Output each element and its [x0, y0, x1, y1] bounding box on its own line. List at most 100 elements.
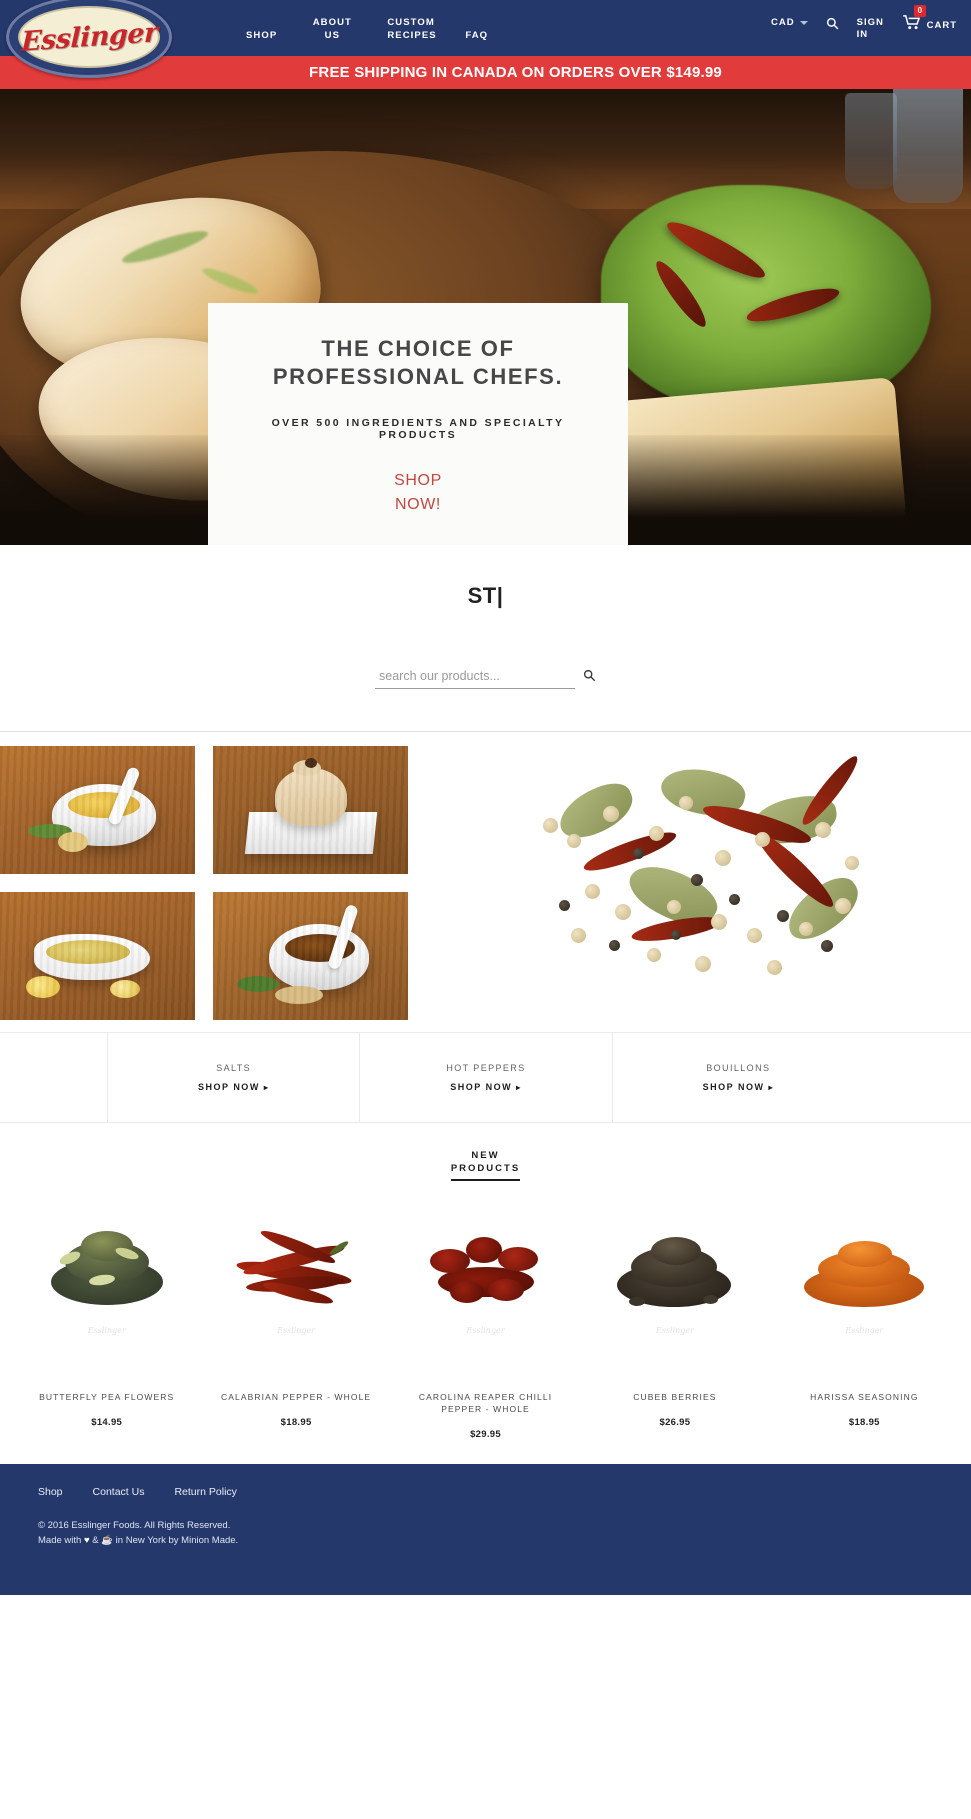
- hero-heading: THE CHOICE OF PROFESSIONAL CHEFS.: [272, 336, 564, 389]
- collection-thumb-oil[interactable]: [0, 746, 195, 874]
- collection-thumbnail-group: [0, 746, 475, 1020]
- watermark: Esslinger: [87, 1326, 126, 1335]
- footer-link-contact-us[interactable]: Contact Us: [93, 1486, 145, 1498]
- collection-hero-spices[interactable]: [475, 746, 971, 1020]
- search-icon[interactable]: [826, 17, 839, 35]
- collection-shop-now: SHOP NOW ▸: [360, 1082, 611, 1092]
- magnifier-icon: [583, 669, 596, 685]
- footer-link-shop[interactable]: Shop: [38, 1486, 63, 1498]
- arrow-right-icon: ▸: [263, 1083, 270, 1092]
- cart-label: CART: [926, 19, 957, 31]
- header-utility-bar: CAD SIGN IN 0 CART: [771, 0, 957, 56]
- site-logo[interactable]: Esslinger: [6, 0, 172, 78]
- logo-inner-oval: Esslinger: [18, 6, 160, 68]
- collection-thumb-broth[interactable]: [213, 892, 408, 1020]
- product-image: Esslinger: [24, 1209, 189, 1335]
- product-card[interactable]: Esslinger CALABRIAN PEPPER - WHOLE $18.9…: [201, 1209, 390, 1440]
- nav-item-shop[interactable]: SHOP: [230, 29, 293, 56]
- product-search: [336, 609, 636, 689]
- hero-callout-card: THE CHOICE OF PROFESSIONAL CHEFS. OVER 5…: [208, 303, 628, 545]
- product-name: HARISSA SEASONING: [810, 1392, 919, 1402]
- credits-mid: &: [89, 1535, 102, 1546]
- collection-cta-label: SHOP NOW: [702, 1082, 765, 1092]
- credits-prefix: Made with: [38, 1535, 84, 1546]
- collection-thumb-sauce[interactable]: [0, 892, 195, 1020]
- typed-heading-text: ST|: [467, 583, 504, 608]
- product-image: Esslinger: [782, 1209, 947, 1335]
- product-name: CALABRIAN PEPPER - WHOLE: [221, 1392, 372, 1402]
- collection-shop-now: SHOP NOW ▸: [613, 1082, 864, 1092]
- product-price: $29.95: [470, 1429, 501, 1440]
- primary-nav: SHOP ABOUT US CUSTOM RECIPES FAQ: [230, 0, 504, 56]
- watermark: Esslinger: [466, 1326, 505, 1335]
- product-name: CUBEB BERRIES: [633, 1392, 717, 1402]
- product-card[interactable]: Esslinger CAROLINA REAPER CHILLI PEPPER …: [391, 1209, 580, 1440]
- cubeb-berries-image: [611, 1223, 739, 1315]
- new-products-heading-line1: NEW: [471, 1150, 500, 1161]
- footer-link-return-policy[interactable]: Return Policy: [174, 1486, 236, 1498]
- collection-link-bouillons[interactable]: BOUILLONS SHOP NOW ▸: [611, 1033, 864, 1122]
- collection-links-row: SALTS SHOP NOW ▸ HOT PEPPERS SHOP NOW ▸ …: [0, 1032, 971, 1123]
- currency-label: CAD: [771, 17, 795, 28]
- arrow-right-icon: ▸: [516, 1083, 522, 1092]
- product-card[interactable]: Esslinger BUTTERFLY PEA FLOWERS $14.95: [12, 1209, 201, 1440]
- spice-pile-image: [515, 751, 915, 1004]
- watermark: Esslinger: [277, 1326, 316, 1335]
- product-price: $14.95: [91, 1417, 123, 1428]
- new-products-section: NEW PRODUCTS Esslinger BUTTERFLY PEA FLO…: [0, 1123, 971, 1440]
- calabrian-pepper-image: [232, 1223, 360, 1315]
- product-card[interactable]: Esslinger HARISSA SEASONING $18.95: [770, 1209, 959, 1440]
- cart-button[interactable]: 0 CART: [902, 5, 957, 35]
- search-section: ST|: [0, 545, 971, 732]
- butterfly-pea-flowers-image: [43, 1223, 171, 1315]
- product-price: $18.95: [848, 1417, 880, 1428]
- collection-link-hot-peppers[interactable]: HOT PEPPERS SHOP NOW ▸: [359, 1033, 611, 1122]
- product-image: Esslinger: [403, 1209, 568, 1335]
- product-image: Esslinger: [592, 1209, 757, 1335]
- nav-item-faq[interactable]: FAQ: [449, 29, 504, 56]
- chevron-down-icon: [799, 20, 808, 25]
- site-header: Esslinger SHOP ABOUT US CUSTOM RECIPES F…: [0, 0, 971, 78]
- credits-line: Made with ♥ & ☕ in New York by Minion Ma…: [38, 1533, 933, 1548]
- nav-item-custom-recipes[interactable]: CUSTOM RECIPES: [371, 14, 449, 42]
- hero-cta-line2: NOW!: [395, 496, 441, 513]
- hero-shop-now-link[interactable]: SHOP NOW!: [244, 469, 592, 517]
- watermark: Esslinger: [655, 1326, 694, 1335]
- site-footer: Shop Contact Us Return Policy © 2016 Ess…: [0, 1464, 971, 1595]
- footer-copyright-block: © 2016 Esslinger Foods. All Rights Reser…: [38, 1518, 933, 1548]
- collection-thumb-mousse[interactable]: [213, 746, 408, 874]
- arrow-right-icon: ▸: [768, 1083, 774, 1092]
- copyright-line: © 2016 Esslinger Foods. All Rights Reser…: [38, 1520, 231, 1531]
- collection-image-grid: [0, 732, 971, 1020]
- hero-section: THE CHOICE OF PROFESSIONAL CHEFS. OVER 5…: [0, 89, 971, 545]
- collection-title: BOUILLONS: [706, 1063, 771, 1073]
- product-price: $26.95: [659, 1417, 691, 1428]
- search-input[interactable]: [375, 669, 575, 689]
- product-name: CAROLINA REAPER CHILLI PEPPER - WHOLE: [418, 1392, 553, 1414]
- logo-oval-frame: Esslinger: [6, 0, 172, 78]
- coffee-icon: ☕: [101, 1535, 114, 1546]
- collection-title: SALTS: [216, 1063, 252, 1073]
- hero-subheading: OVER 500 INGREDIENTS AND SPECIALTY PRODU…: [271, 417, 565, 441]
- product-price: $18.95: [280, 1417, 312, 1428]
- collection-title: HOT PEPPERS: [446, 1063, 526, 1073]
- product-name: BUTTERFLY PEA FLOWERS: [39, 1392, 175, 1402]
- cart-count-badge: 0: [913, 5, 927, 17]
- collection-shop-now: SHOP NOW ▸: [108, 1082, 359, 1092]
- product-image: Esslinger: [213, 1209, 378, 1335]
- new-products-heading: NEW PRODUCTS: [450, 1149, 521, 1181]
- nav-item-about-us[interactable]: ABOUT US: [293, 14, 371, 42]
- search-submit-button[interactable]: [583, 669, 596, 689]
- hero-cta-line1: SHOP: [394, 472, 442, 489]
- cart-icon: [902, 15, 921, 35]
- product-card[interactable]: Esslinger CUBEB BERRIES $26.95: [580, 1209, 769, 1440]
- collection-cta-label: SHOP NOW: [450, 1082, 513, 1092]
- new-products-heading-line2: PRODUCTS: [450, 1163, 521, 1174]
- currency-selector[interactable]: CAD: [771, 17, 808, 28]
- collection-row-spacer-left: [0, 1033, 107, 1122]
- collection-link-salts[interactable]: SALTS SHOP NOW ▸: [107, 1033, 359, 1122]
- collection-cta-label: SHOP NOW: [197, 1082, 260, 1092]
- credits-suffix: in New York by Minion Made.: [113, 1535, 239, 1546]
- signin-link[interactable]: SIGN IN: [857, 17, 885, 41]
- collection-row-spacer-right: [864, 1033, 971, 1122]
